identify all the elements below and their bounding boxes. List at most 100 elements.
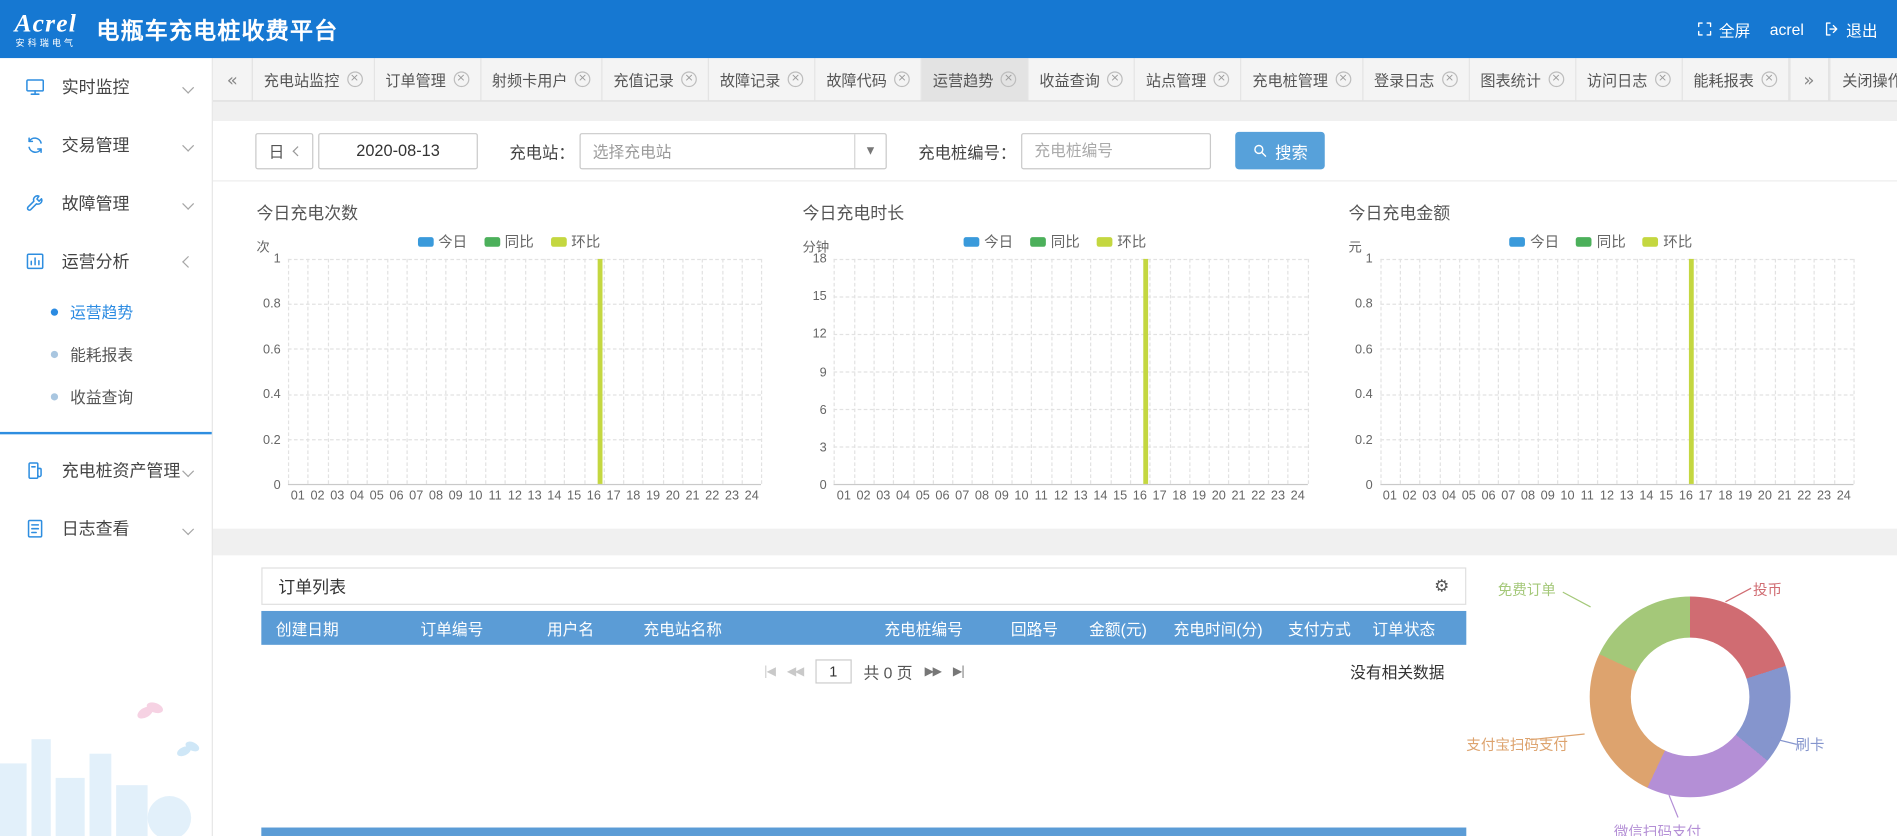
tab-close-icon[interactable]: × bbox=[1761, 71, 1777, 87]
gridline-vertical bbox=[682, 259, 683, 484]
chart-bar[interactable] bbox=[1143, 259, 1148, 484]
x-tick-label: 21 bbox=[1229, 489, 1249, 504]
x-tick-label: 11 bbox=[1031, 489, 1051, 504]
pager-next-icon[interactable]: ▶▶ bbox=[925, 665, 941, 678]
tab-operation-trend[interactable]: 运营趋势× bbox=[922, 58, 1028, 100]
donut-ring[interactable] bbox=[1590, 596, 1791, 797]
gridline-horizontal bbox=[1380, 394, 1853, 395]
tab-close-icon[interactable]: × bbox=[1442, 71, 1458, 87]
tab-label: 订单管理 bbox=[385, 68, 446, 91]
legend-item[interactable]: 今日 bbox=[418, 231, 468, 252]
order-column-header: 充电桩编号 bbox=[870, 616, 997, 639]
order-column-header: 订单状态 bbox=[1358, 616, 1466, 639]
tab-order-management[interactable]: 订单管理 × bbox=[374, 58, 480, 100]
x-tick-label: 03 bbox=[1419, 489, 1439, 504]
date-input[interactable] bbox=[318, 132, 478, 168]
tab-close-icon[interactable]: × bbox=[788, 71, 804, 87]
legend-item[interactable]: 同比 bbox=[1576, 231, 1626, 252]
pager-first-icon[interactable]: |◀ bbox=[764, 665, 775, 678]
page-number-input[interactable] bbox=[815, 659, 851, 683]
sidebar-item-fault-management[interactable]: 故障管理 bbox=[0, 174, 212, 232]
legend-item[interactable]: 同比 bbox=[1030, 231, 1080, 252]
sidebar-item-log-view[interactable]: 日志查看 bbox=[0, 500, 212, 558]
tab-station-management[interactable]: 站点管理× bbox=[1135, 58, 1241, 100]
tab-chart-statistics[interactable]: 图表统计× bbox=[1470, 58, 1576, 100]
x-tick-label: 21 bbox=[683, 489, 703, 504]
tab-revenue-query[interactable]: 收益查询× bbox=[1028, 58, 1134, 100]
tab-access-logs[interactable]: 访问日志× bbox=[1576, 58, 1682, 100]
gridline-vertical bbox=[1498, 259, 1499, 484]
x-tick-label: 22 bbox=[702, 489, 722, 504]
legend-item[interactable]: 环比 bbox=[1643, 231, 1693, 252]
x-tick-label: 09 bbox=[446, 489, 466, 504]
sidebar-item-operation-analysis[interactable]: 运营分析 bbox=[0, 232, 212, 290]
gridline-vertical bbox=[426, 259, 427, 484]
tab-recharge-records[interactable]: 充值记录× bbox=[603, 58, 709, 100]
legend-item[interactable]: 环比 bbox=[551, 231, 601, 252]
tab-rfid-card-users[interactable]: 射频卡用户× bbox=[481, 58, 603, 100]
gridline-vertical bbox=[643, 259, 644, 484]
tabs-scroll-right-icon[interactable]: » bbox=[1789, 58, 1829, 100]
pager-prev-icon[interactable]: ◀◀ bbox=[787, 665, 803, 678]
x-tick-label: 05 bbox=[367, 489, 387, 504]
logout-button[interactable]: 退出 bbox=[1823, 18, 1877, 41]
sidebar-item-realtime-monitor[interactable]: 实时监控 bbox=[0, 58, 212, 116]
tab-close-icon[interactable]: × bbox=[1001, 71, 1017, 87]
acrel-logo: Acrel 安科瑞电气 bbox=[15, 11, 77, 48]
tab-login-logs[interactable]: 登录日志× bbox=[1363, 58, 1469, 100]
tab-energy-report[interactable]: 能耗报表× bbox=[1683, 58, 1789, 100]
x-tick-label: 23 bbox=[1268, 489, 1288, 504]
period-select[interactable]: 日 bbox=[255, 132, 313, 168]
legend-item[interactable]: 今日 bbox=[964, 231, 1014, 252]
sidebar-item-pile-asset-management[interactable]: 充电桩资产管理 bbox=[0, 442, 212, 500]
pager-last-icon[interactable]: ▶| bbox=[953, 665, 964, 678]
sidebar-subitem-energy-report[interactable]: 能耗报表 bbox=[0, 333, 212, 375]
sidebar-item-transaction-management[interactable]: 交易管理 bbox=[0, 116, 212, 174]
tab-close-icon[interactable]: × bbox=[453, 71, 469, 87]
y-tick-label: 12 bbox=[813, 327, 827, 342]
sidebar-subitem-revenue-query[interactable]: 收益查询 bbox=[0, 375, 212, 417]
tab-close-icon[interactable]: × bbox=[1335, 71, 1351, 87]
tab-close-icon[interactable]: × bbox=[1214, 71, 1230, 87]
tab-fault-codes[interactable]: 故障代码× bbox=[816, 58, 922, 100]
chart-bar[interactable] bbox=[597, 259, 602, 484]
settings-gear-icon[interactable]: ⚙ bbox=[1434, 576, 1449, 595]
tab-close-icon[interactable]: × bbox=[894, 71, 910, 87]
log-icon bbox=[24, 518, 46, 540]
chevron-left-icon bbox=[182, 465, 194, 477]
order-column-header: 充电站名称 bbox=[629, 616, 870, 639]
legend-item[interactable]: 环比 bbox=[1097, 231, 1147, 252]
tab-station-monitor[interactable]: 充电站监控× bbox=[253, 58, 375, 100]
chart-bar[interactable] bbox=[1689, 259, 1694, 484]
fullscreen-button[interactable]: 全屏 bbox=[1696, 18, 1750, 41]
station-select[interactable]: 选择充电站 ▼ bbox=[580, 132, 887, 168]
close-operations-button[interactable]: 关闭操作 bbox=[1829, 58, 1897, 100]
tab-close-icon[interactable]: × bbox=[347, 71, 363, 87]
plot-row: 0369121518 bbox=[803, 259, 1308, 485]
tab-close-icon[interactable]: × bbox=[1548, 71, 1564, 87]
tab-close-icon[interactable]: × bbox=[575, 71, 591, 87]
tab-fault-records[interactable]: 故障记录× bbox=[709, 58, 815, 100]
pile-number-label: 充电桩编号： bbox=[918, 139, 1016, 163]
y-tick-label: 0.4 bbox=[1355, 387, 1373, 402]
page-total-label: 共 0 页 bbox=[864, 660, 913, 683]
username[interactable]: acrel bbox=[1770, 20, 1804, 38]
gridline-vertical bbox=[1676, 259, 1677, 484]
tabs-scroll-left-icon[interactable]: « bbox=[213, 58, 253, 100]
y-tick-label: 0.8 bbox=[1355, 297, 1373, 312]
sidebar-divider bbox=[0, 432, 212, 434]
tab-pile-management[interactable]: 充电桩管理× bbox=[1241, 58, 1363, 100]
pile-number-input[interactable] bbox=[1021, 132, 1211, 168]
gridline-horizontal bbox=[288, 259, 761, 260]
search-button[interactable]: 搜索 bbox=[1235, 132, 1325, 170]
tab-close-icon[interactable]: × bbox=[1107, 71, 1123, 87]
sidebar-subitem-operation-trend[interactable]: 运营趋势 bbox=[0, 290, 212, 332]
order-list-title: 订单列表 bbox=[278, 574, 346, 598]
gridline-horizontal bbox=[1380, 349, 1853, 350]
tab-close-icon[interactable]: × bbox=[681, 71, 697, 87]
y-tick-label: 6 bbox=[820, 402, 827, 417]
donut-slice-label: 微信扫码支付 bbox=[1614, 821, 1701, 836]
legend-item[interactable]: 同比 bbox=[484, 231, 534, 252]
legend-item[interactable]: 今日 bbox=[1510, 231, 1560, 252]
tab-close-icon[interactable]: × bbox=[1655, 71, 1671, 87]
